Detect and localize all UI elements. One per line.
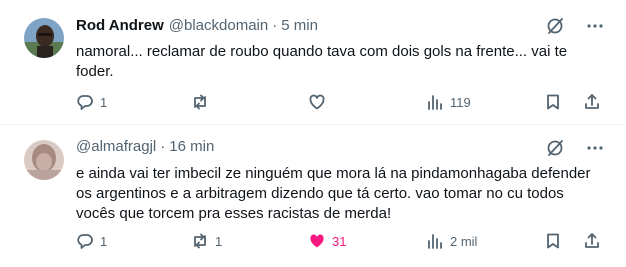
view-count: 2 mil — [450, 233, 478, 249]
bookmark-button[interactable] — [544, 93, 562, 111]
repost-icon — [194, 94, 206, 110]
like-button[interactable] — [308, 93, 332, 111]
views-button[interactable]: 2 mil — [426, 232, 477, 250]
like-button[interactable]: 31 — [308, 232, 346, 250]
tweet[interactable]: @almafragjl · 16 min e ainda vai ter imb… — [0, 126, 626, 267]
bookmark-icon — [547, 233, 559, 249]
tweet-text: namoral... reclamar de roubo quando tava… — [76, 43, 568, 80]
views-button[interactable]: 119 — [426, 93, 471, 111]
repost-count: 1 — [215, 233, 223, 249]
grok-icon[interactable] — [546, 17, 564, 35]
heart-icon — [310, 234, 324, 248]
action-bar: 1 119 — [76, 93, 606, 113]
tweet[interactable]: Rod Andrew @blackdomain · 5 min namoral.… — [0, 0, 626, 125]
avatar[interactable] — [24, 140, 64, 180]
grok-icon[interactable] — [546, 139, 564, 157]
user-handle[interactable]: @blackdomain — [169, 17, 268, 34]
bookmark-button[interactable] — [544, 232, 562, 250]
reply-button[interactable]: 1 — [76, 232, 107, 250]
reply-count: 1 — [100, 94, 108, 110]
heart-icon — [309, 94, 325, 110]
more-icon[interactable] — [586, 139, 604, 157]
timestamp[interactable]: 5 min — [281, 17, 318, 34]
repost-icon — [194, 233, 206, 249]
share-button[interactable] — [583, 93, 601, 111]
share-icon — [585, 233, 599, 248]
repost-button[interactable]: 1 — [191, 232, 222, 250]
user-handle[interactable]: @almafragjl — [76, 138, 156, 155]
share-button[interactable] — [583, 232, 601, 250]
repost-button[interactable] — [191, 93, 215, 111]
separator-dot: · — [272, 17, 278, 34]
view-count: 119 — [450, 94, 471, 110]
display-name[interactable]: Rod Andrew — [76, 17, 164, 34]
more-icon[interactable] — [586, 17, 604, 35]
avatar[interactable] — [24, 18, 64, 58]
reply-count: 1 — [100, 233, 108, 249]
separator-dot: · — [160, 138, 166, 155]
share-icon — [585, 94, 599, 109]
bookmark-icon — [547, 94, 559, 110]
like-count: 31 — [332, 233, 347, 249]
timestamp[interactable]: 16 min — [169, 138, 214, 155]
action-bar: 1 1 31 2 mil — [76, 232, 606, 252]
tweet-text: e ainda vai ter imbecil ze ninguém que m… — [76, 165, 591, 222]
views-icon — [428, 95, 442, 110]
views-icon — [428, 234, 442, 249]
reply-button[interactable]: 1 — [76, 93, 107, 111]
reply-icon — [77, 95, 93, 110]
reply-icon — [77, 234, 93, 249]
